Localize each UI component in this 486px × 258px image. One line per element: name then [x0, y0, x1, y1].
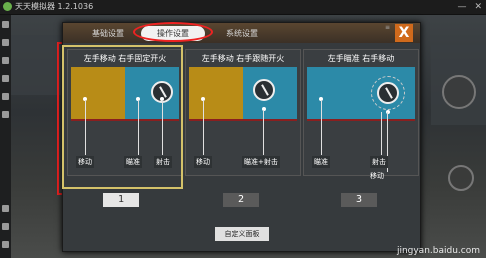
custom-panel-button[interactable]: 自定义面板	[215, 227, 269, 241]
right-hud	[426, 15, 486, 258]
toolbar-icon[interactable]	[2, 241, 9, 248]
background-structure	[11, 35, 61, 95]
mode-2-button[interactable]: 2	[223, 193, 259, 207]
tab-system-settings[interactable]: 系统设置	[217, 26, 267, 41]
watermark: jingyan.baidu.com	[396, 246, 480, 256]
card-title: 左手移动 右手跟随开火	[201, 54, 285, 63]
tab-highlight-annotation	[133, 22, 213, 42]
label-move: 移动	[370, 172, 384, 180]
connector-line	[263, 110, 264, 155]
mode-3-button[interactable]: 3	[341, 193, 377, 207]
control-mode-card-3[interactable]: 左手瞄准 右手移动 瞄准 射击 移动	[303, 49, 419, 180]
mode-1-button[interactable]: 1	[103, 193, 139, 207]
label-aim: 瞄准	[312, 156, 330, 168]
minimize-button[interactable]: —	[457, 0, 466, 14]
toolbar-icon[interactable]	[2, 205, 9, 212]
connector-line	[203, 100, 204, 155]
toolbar-icon[interactable]	[2, 21, 9, 28]
tab-bar: 基础设置 操作设置 系统设置 ≡ X	[63, 22, 420, 43]
title-bar: 天天模拟器 1.2.1036 — ✕	[0, 0, 486, 15]
card-title: 左手瞄准 右手移动	[327, 54, 395, 63]
hud-fire-icon	[442, 75, 476, 109]
toolbar-icon[interactable]	[2, 111, 9, 118]
label-aim-fire: 瞄准+射击	[242, 156, 280, 168]
toolbar-icon[interactable]	[2, 223, 9, 230]
tab-basic-settings[interactable]: 基础设置	[83, 26, 133, 41]
label-fire: 射击	[370, 156, 388, 168]
hud-action-icon	[448, 165, 474, 191]
left-zone	[189, 67, 243, 119]
connector-line	[381, 112, 382, 155]
card-preview	[189, 67, 297, 119]
toolbar-icon[interactable]	[2, 75, 9, 82]
connector-line	[321, 100, 322, 155]
menu-icon: ≡	[385, 24, 391, 31]
divider	[307, 119, 415, 121]
toolbar-icon[interactable]	[2, 57, 9, 64]
control-mode-card-2[interactable]: 左手移动 右手跟随开火 移动 瞄准+射击	[185, 49, 301, 176]
joystick-icon	[377, 82, 399, 104]
window-title: 天天模拟器 1.2.1036	[15, 2, 94, 11]
toolbar-icon[interactable]	[2, 93, 9, 100]
close-panel-button[interactable]: X	[395, 24, 413, 42]
card-preview	[307, 67, 415, 119]
toolbar-icon[interactable]	[2, 39, 9, 46]
joystick-icon	[253, 79, 275, 101]
app-logo-icon	[3, 2, 12, 11]
left-toolbar	[0, 15, 11, 258]
divider	[189, 119, 297, 121]
window-controls: — ✕	[457, 0, 482, 14]
close-window-button[interactable]: ✕	[474, 0, 482, 14]
label-move: 移动	[194, 156, 212, 168]
selected-card-outline	[62, 45, 183, 189]
